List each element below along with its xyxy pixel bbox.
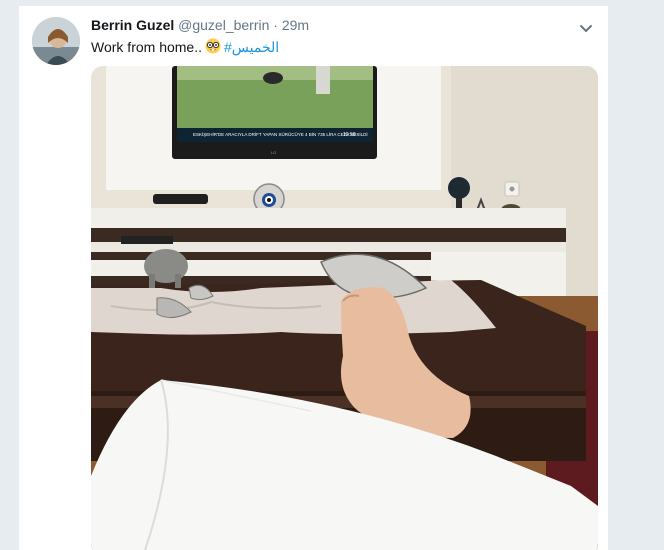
tv-clock-text: 10:50 — [343, 132, 356, 138]
chevron-down-icon[interactable] — [576, 18, 596, 38]
separator-dot: · — [273, 17, 278, 33]
tweet-header: Berrin Guzel @guzel_berrin · 29m — [91, 16, 309, 34]
living-room-photo: ESKİŞEHİR'DE ARACIYLA DRİFT YAPAN SÜRÜCÜ… — [91, 66, 598, 550]
tv-brand-text: LG — [271, 150, 276, 155]
tweet-card[interactable]: Berrin Guzel @guzel_berrin · 29m Work fr… — [18, 6, 609, 550]
tweet-body: Work from home.. — [91, 39, 202, 55]
avatar-image — [32, 17, 80, 65]
tweet-timestamp[interactable]: 29m — [282, 17, 309, 33]
tweet-photo[interactable]: ESKİŞEHİR'DE ARACIYLA DRİFT YAPAN SÜRÜCÜ… — [91, 66, 598, 550]
nerd-face-emoji-icon — [205, 38, 221, 54]
tv-ticker-text: ESKİŞEHİR'DE ARACIYLA DRİFT YAPAN SÜRÜCÜ… — [193, 131, 368, 137]
author-handle[interactable]: @guzel_berrin — [178, 17, 269, 33]
avatar[interactable] — [32, 17, 80, 65]
author-name[interactable]: Berrin Guzel — [91, 17, 174, 33]
hashtag-link[interactable]: #الخميس — [224, 39, 279, 55]
tweet-text: Work from home.. #الخميس — [91, 37, 279, 57]
